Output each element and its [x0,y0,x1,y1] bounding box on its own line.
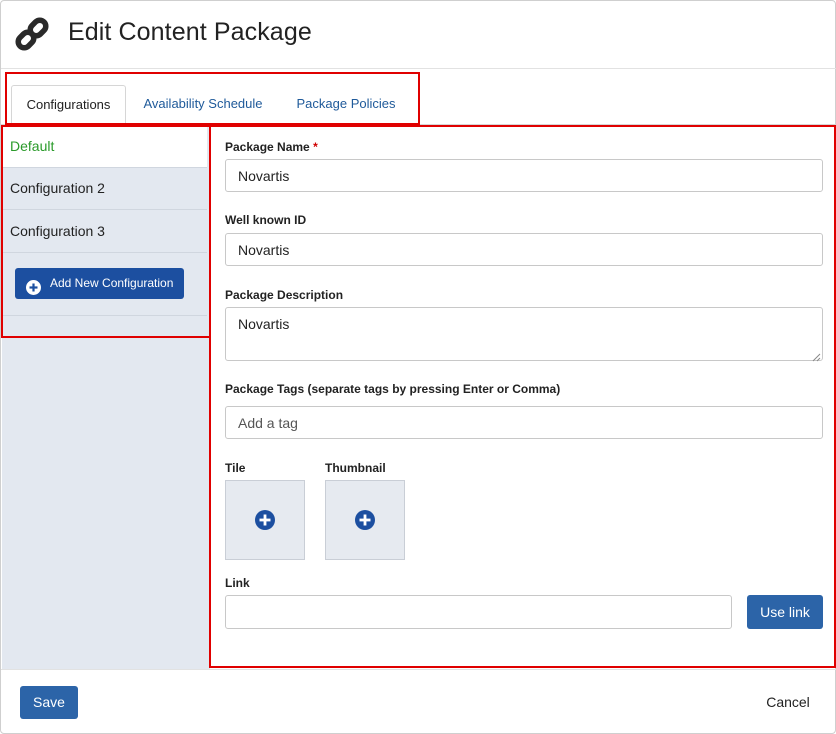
save-button[interactable]: Save [20,686,78,719]
edit-content-package-dialog: Edit Content Package Configurations Avai… [0,0,836,734]
cancel-button[interactable]: Cancel [753,691,823,713]
form-highlight-box [209,125,836,668]
footer-divider [1,669,836,670]
dialog-header: Edit Content Package [1,1,836,69]
dialog-title: Edit Content Package [68,18,312,46]
tabs-highlight-box [5,72,420,125]
sidebar-highlight-box [1,125,211,338]
link-icon [14,15,50,53]
